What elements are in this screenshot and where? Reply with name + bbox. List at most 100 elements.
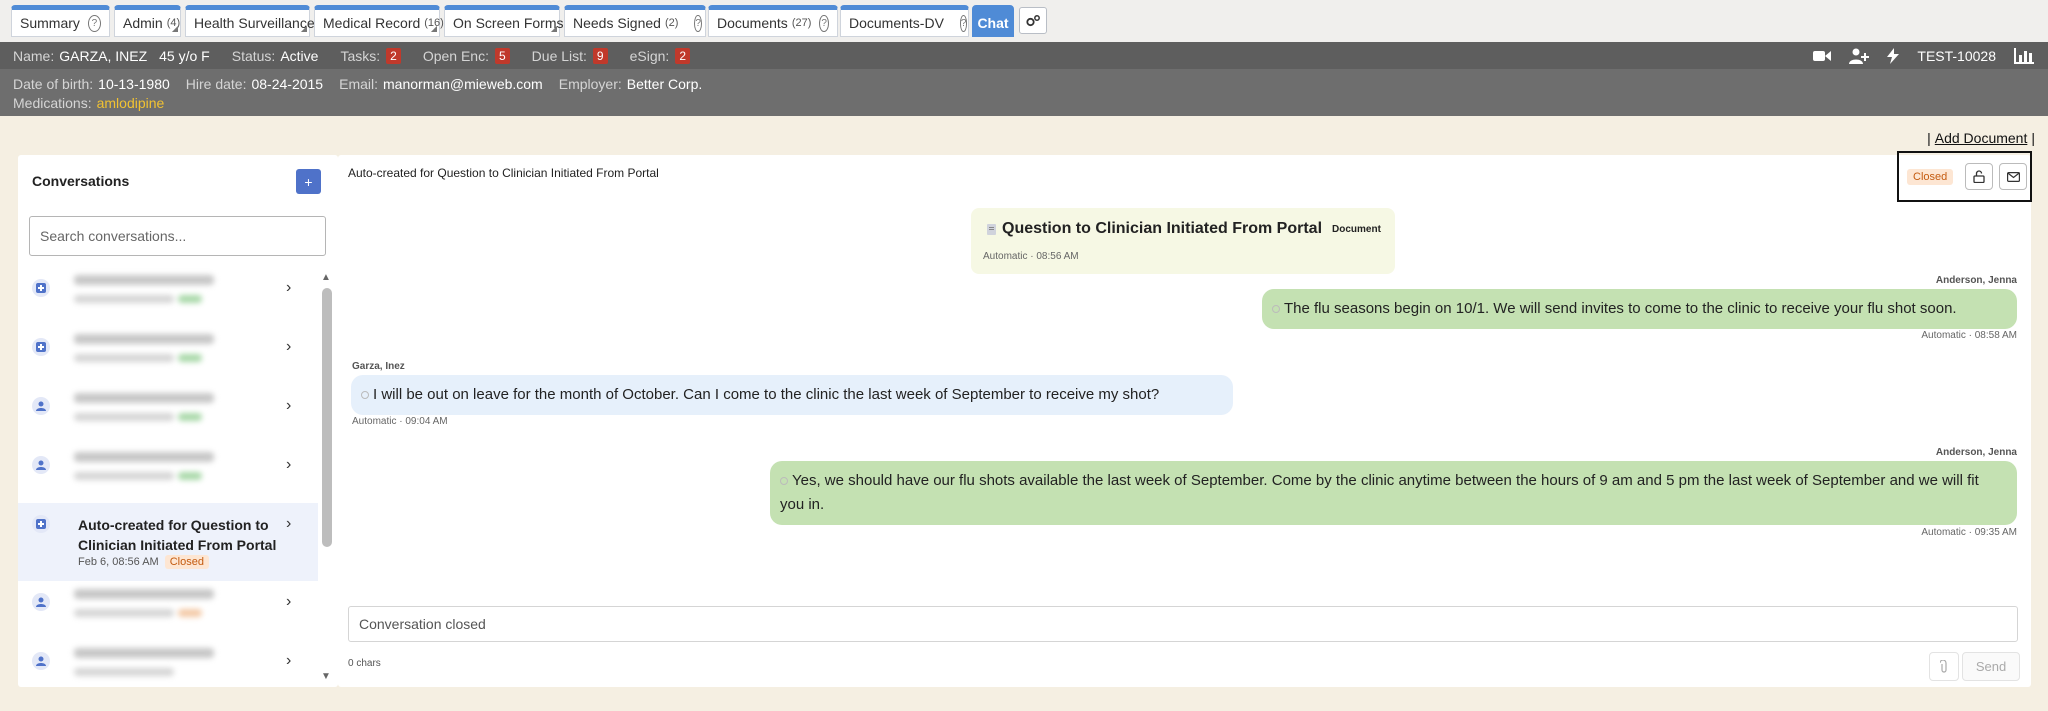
add-document-link[interactable]: Add Document — [1935, 130, 2028, 146]
tab-on-screen-forms[interactable]: On Screen Forms ◢ — [444, 5, 564, 37]
settings-button[interactable] — [1019, 7, 1047, 34]
patient-details: Date of birth: 10-13-1980 Hire date: 08-… — [0, 69, 2048, 116]
blurred-preview — [74, 589, 224, 627]
email-button[interactable] — [1999, 163, 2028, 190]
message-bubble: Yes, we should have our flu shots availa… — [770, 461, 2017, 525]
medication-link[interactable]: amlodipine — [97, 95, 165, 111]
tab-label: Chat — [977, 15, 1009, 31]
tab-label: On Screen Forms — [453, 15, 564, 31]
blurred-preview — [74, 452, 224, 490]
tab-label: Health Surveillance — [194, 15, 315, 31]
tab-chat[interactable]: Chat — [972, 5, 1014, 37]
open-enc-badge: 5 — [494, 47, 510, 64]
list-item[interactable]: › — [18, 640, 318, 687]
chevron-right-icon: › — [286, 652, 292, 669]
conversation-scrollbar[interactable]: ▲ ▼ — [321, 272, 333, 682]
list-item[interactable]: › — [18, 444, 318, 503]
help-icon[interactable]: ? — [87, 14, 101, 32]
search-conversations-input[interactable] — [29, 216, 326, 256]
tab-documents[interactable]: Documents (27) ? — [708, 5, 838, 37]
tasks-count[interactable]: Tasks: 2 — [340, 47, 401, 64]
tab-label: Medical Record — [323, 15, 421, 31]
bar-chart-icon[interactable] — [2014, 47, 2034, 64]
read-status-icon — [361, 391, 369, 400]
help-icon[interactable]: ? — [819, 14, 829, 32]
message-meta: Automatic · 09:04 AM — [352, 416, 448, 427]
envelope-icon — [2006, 171, 2020, 182]
list-item[interactable]: › — [18, 385, 318, 444]
scroll-up-icon[interactable]: ▲ — [321, 272, 331, 283]
message-bubble: The flu seasons begin on 10/1. We will s… — [1262, 289, 2017, 329]
plus-square-icon — [32, 338, 50, 356]
send-button[interactable]: Send — [1962, 652, 2020, 681]
conversation-date: Feb 6, 08:56 AM — [78, 556, 159, 568]
message-text: The flu seasons begin on 10/1. We will s… — [1284, 300, 1957, 317]
tab-medical-record[interactable]: Medical Record (16) ◢ — [314, 5, 444, 37]
patient-banner: Name: GARZA, INEZ 45 y/o F Status: Activ… — [0, 42, 2048, 69]
plus-square-icon — [32, 515, 50, 533]
unlock-icon — [1973, 170, 1985, 183]
document-message[interactable]: Question to Clinician Initiated From Por… — [971, 208, 1395, 274]
blurred-preview — [74, 275, 224, 313]
tab-admin[interactable]: Admin (4) ◢ — [114, 5, 181, 37]
document-tag: Document — [1332, 223, 1381, 235]
lightning-icon[interactable] — [1887, 47, 1900, 64]
message-text: I will be out on leave for the month of … — [373, 386, 1160, 403]
attach-button[interactable] — [1929, 652, 1959, 681]
chevron-right-icon: › — [286, 279, 292, 296]
add-document-bar: | Add Document | — [1927, 130, 2035, 146]
message-sender: Garza, Inez — [352, 361, 405, 372]
conversation-list: › › › › Auto-created for Question to Cli… — [18, 267, 318, 687]
resize-corner-icon: ◢ — [430, 24, 437, 33]
tab-count: (2) — [664, 17, 679, 29]
due-list-count[interactable]: Due List: 9 — [532, 47, 608, 64]
reopen-button[interactable] — [1965, 163, 1994, 190]
list-item[interactable]: › — [18, 326, 318, 385]
banner-actions: TEST-10028 — [1813, 42, 2034, 69]
new-conversation-button[interactable]: + — [296, 169, 321, 194]
plus-square-icon — [32, 279, 50, 297]
tab-label: Documents — [717, 15, 788, 31]
message-meta: Automatic · 09:35 AM — [1921, 527, 2017, 538]
tab-bar: Summary ? Admin (4) ◢ Health Surveillanc… — [0, 0, 2048, 42]
medications-row: Medications: amlodipine — [13, 94, 165, 111]
chevron-right-icon: › — [286, 456, 292, 473]
thread-title: Auto-created for Question to Clinician I… — [348, 166, 659, 180]
chevron-right-icon: › — [286, 593, 292, 610]
resize-corner-icon: ◢ — [171, 24, 178, 33]
patient-status: Status: Active — [231, 47, 319, 64]
add-user-icon[interactable] — [1849, 48, 1870, 64]
tab-summary[interactable]: Summary ? — [11, 5, 110, 37]
hire-date: 08-24-2015 — [251, 75, 324, 92]
esign-badge: 2 — [675, 47, 690, 64]
esign-count[interactable]: eSign: 2 — [630, 47, 690, 64]
user-icon — [32, 397, 50, 415]
open-enc-count[interactable]: Open Enc: 5 — [423, 47, 510, 64]
chevron-right-icon: › — [286, 338, 292, 355]
scrollbar-thumb[interactable] — [322, 288, 332, 547]
help-icon[interactable]: ? — [959, 14, 968, 32]
scroll-down-icon[interactable]: ▼ — [321, 671, 331, 682]
message-text: Yes, we should have our flu shots availa… — [780, 472, 1979, 513]
resize-corner-icon: ◢ — [550, 24, 557, 33]
patient-id: TEST-10028 — [1917, 47, 1996, 64]
char-counter: 0 chars — [348, 658, 381, 669]
help-icon[interactable]: ? — [694, 14, 702, 32]
list-item[interactable]: › — [18, 267, 318, 326]
patient-name: Name: GARZA, INEZ 45 y/o F — [13, 47, 210, 64]
status-badge: Closed — [1907, 168, 1954, 185]
message-input[interactable]: Conversation closed — [348, 606, 2018, 642]
message-sender: Anderson, Jenna — [1935, 275, 2017, 286]
video-camera-icon[interactable] — [1813, 49, 1832, 63]
user-icon — [32, 652, 50, 670]
list-item[interactable]: › — [18, 581, 318, 640]
thread-toolbar: Closed — [1897, 151, 2032, 202]
tab-needs-signed[interactable]: Needs Signed (2) ? — [564, 5, 706, 37]
tab-health-surveillance[interactable]: Health Surveillance ◢ — [185, 5, 315, 37]
tab-label: Documents-DV — [849, 15, 944, 31]
conversation-item-active[interactable]: Auto-created for Question to Clinician I… — [18, 503, 318, 581]
document-title: Question to Clinician Initiated From Por… — [1002, 220, 1323, 237]
user-icon — [32, 456, 50, 474]
tab-documents-dv[interactable]: Documents-DV ? — [840, 5, 969, 37]
conversations-title: Conversations — [32, 173, 130, 189]
